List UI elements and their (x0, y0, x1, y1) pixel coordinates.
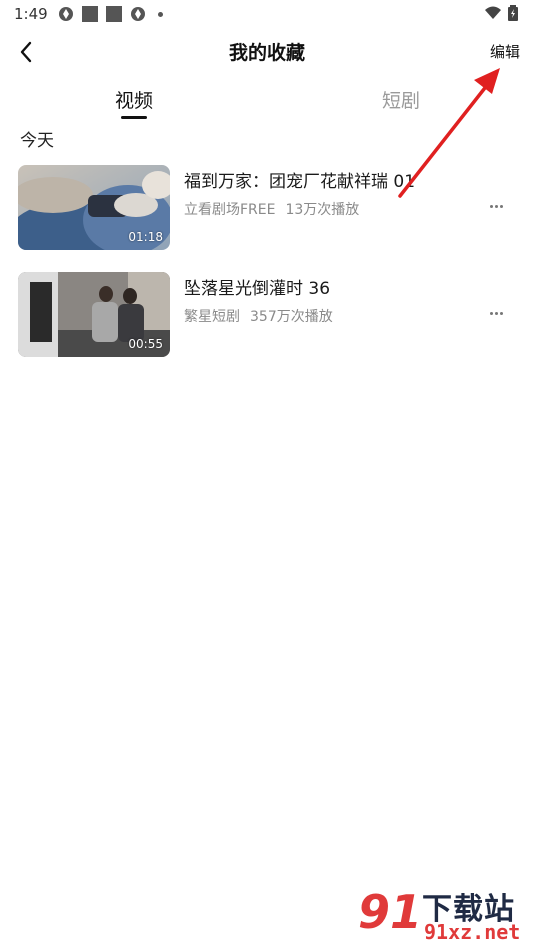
video-meta: 立看剧场FREE 13万次播放 (184, 199, 359, 219)
section-date-label: 今天 (20, 131, 54, 151)
play-count: 13万次播放 (285, 202, 360, 218)
tab-videos[interactable]: 视频 (115, 86, 153, 113)
tab-indicator (121, 116, 147, 119)
site-watermark: 91 下载站 91xz.net (358, 884, 528, 946)
aperture-icon (131, 7, 145, 21)
video-source: 立看剧场FREE (184, 202, 276, 218)
watermark-domain: 91xz.net (424, 920, 521, 944)
header: 我的收藏 编辑 (0, 28, 534, 76)
square-icon (82, 6, 98, 22)
tab-bar: 视频 短剧 (0, 82, 534, 122)
list-item[interactable]: 00:55 坠落星光倒灌时 36 繁星短剧 357万次播放 (18, 272, 518, 358)
watermark-logo: 91 (358, 885, 423, 939)
video-source: 繁星短剧 (184, 309, 240, 325)
video-duration: 00:55 (128, 337, 163, 351)
notification-icons (58, 6, 163, 22)
video-meta: 繁星短剧 357万次播放 (184, 306, 333, 326)
edit-button[interactable]: 编辑 (490, 41, 520, 62)
status-time: 1:49 (14, 5, 48, 23)
dot-icon (158, 11, 163, 17)
more-options-button[interactable] (486, 199, 506, 213)
video-duration: 01:18 (128, 230, 163, 244)
system-icons (484, 5, 518, 21)
more-options-button[interactable] (486, 306, 506, 320)
status-bar: 1:49 (0, 0, 534, 28)
more-dots-icon (489, 311, 493, 315)
tab-short-dramas[interactable]: 短剧 (382, 86, 420, 113)
wifi-icon (485, 6, 501, 19)
annotation-arrow (398, 68, 500, 198)
square-icon (106, 6, 122, 22)
more-dots-icon (489, 204, 493, 208)
video-title: 福到万家：团宠厂花献祥瑞 01 (184, 172, 416, 192)
battery-icon (508, 5, 518, 21)
play-count: 357万次播放 (250, 309, 333, 325)
video-thumbnail[interactable]: 00:55 (18, 272, 170, 357)
aperture-icon (59, 7, 73, 21)
video-title: 坠落星光倒灌时 36 (184, 279, 331, 299)
video-thumbnail[interactable]: 01:18 (18, 165, 170, 250)
page-title: 我的收藏 (228, 42, 305, 64)
list-item[interactable]: 01:18 福到万家：团宠厂花献祥瑞 01 立看剧场FREE 13万次播放 (18, 165, 518, 251)
